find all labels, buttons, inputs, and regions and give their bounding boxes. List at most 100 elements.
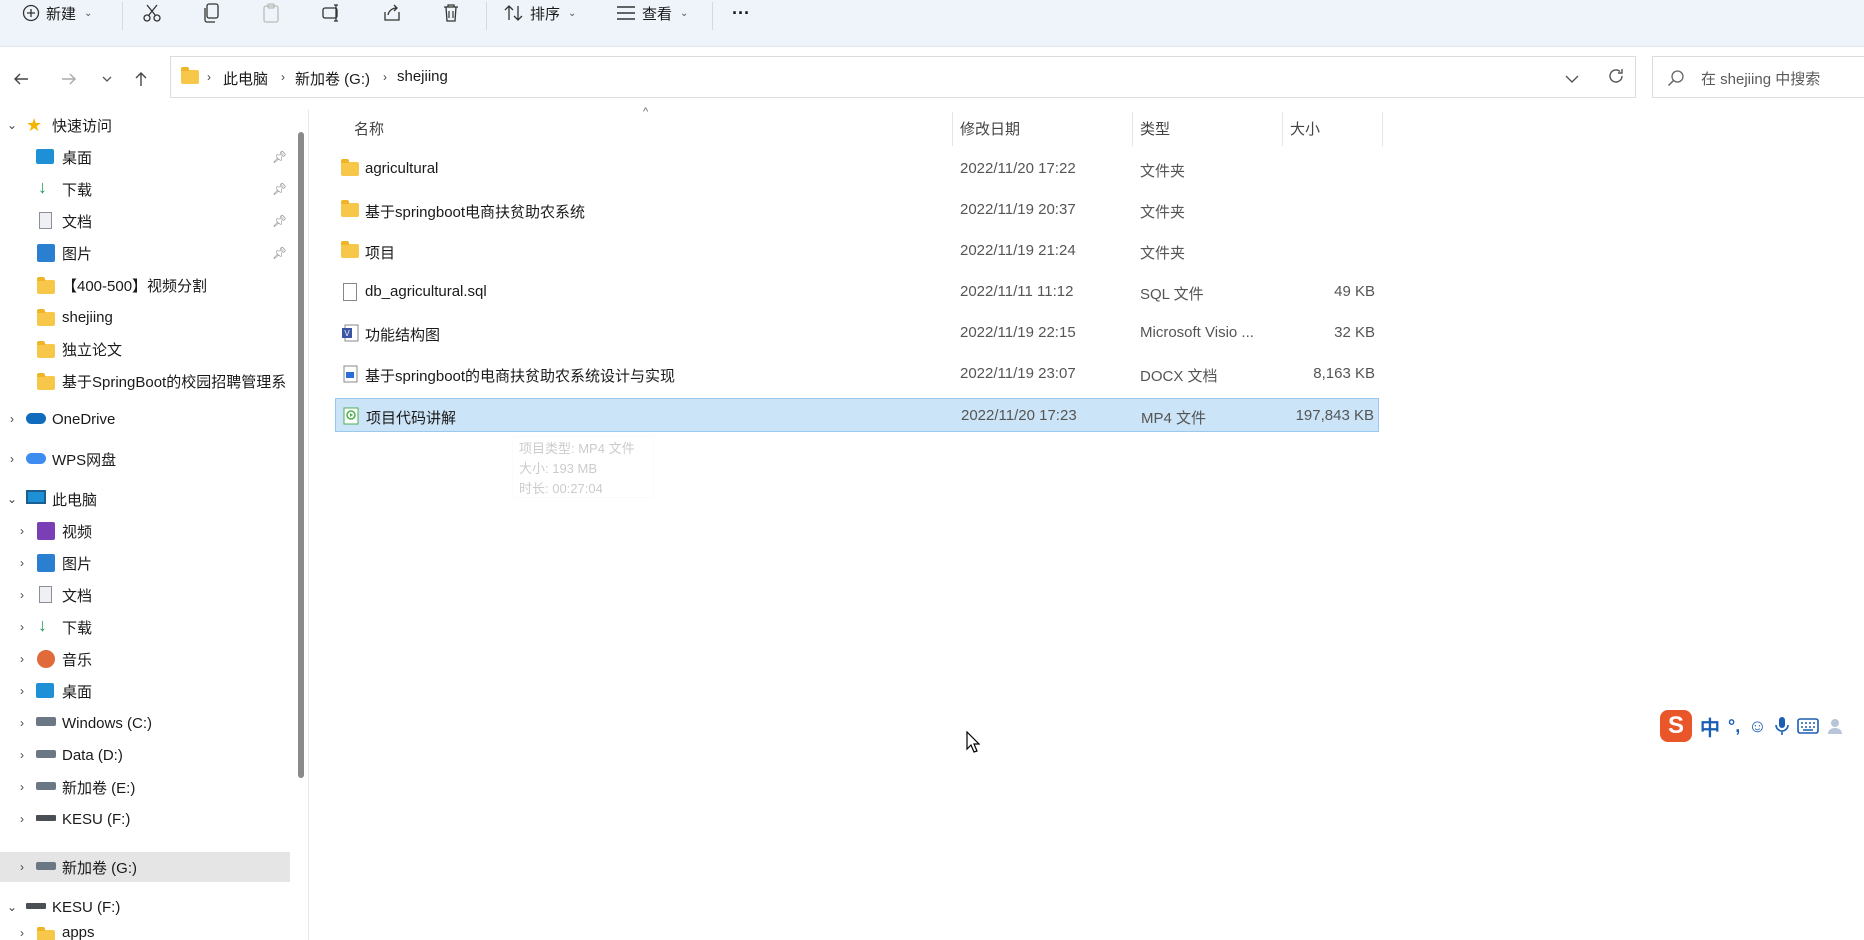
file-modified: 2022/11/19 23:07 <box>960 365 1076 382</box>
file-modified: 2022/11/19 21:24 <box>960 242 1076 259</box>
pin-icon[interactable]: 📌︎ <box>272 182 287 196</box>
chevron-right-icon[interactable]: › <box>5 452 19 466</box>
sidebar-item-documents[interactable]: 文档 📌︎ <box>0 206 290 236</box>
sidebar-item-videos[interactable]: › 视频 <box>0 516 290 546</box>
column-header-size[interactable]: 大小 <box>1290 118 1320 139</box>
chevron-down-icon[interactable]: ⌄ <box>5 900 19 914</box>
sidebar-scrollbar[interactable] <box>298 132 304 778</box>
address-bar[interactable]: › 此电脑 › 新加卷 (G:) › shejiing <box>170 56 1636 98</box>
file-row[interactable]: 基于springboot的电商扶贫助农系统设计与实现 2022/11/19 23… <box>335 357 1379 391</box>
keyboard-icon[interactable] <box>1796 718 1819 734</box>
chevron-right-icon[interactable]: › <box>15 652 29 666</box>
folder-icon <box>37 373 55 392</box>
breadcrumb-shejiing[interactable]: shejiing <box>397 68 448 85</box>
sidebar-item-springboot-campus[interactable]: 基于SpringBoot的校园招聘管理系 <box>0 366 290 396</box>
sidebar-item-pc-desktop[interactable]: › 桌面 <box>0 676 290 706</box>
sidebar-item-pc-pictures[interactable]: › 图片 <box>0 548 290 578</box>
sidebar-item-this-pc[interactable]: ⌄ 此电脑 <box>0 484 290 514</box>
chevron-right-icon[interactable]: › <box>15 860 29 874</box>
up-button[interactable] <box>126 64 156 94</box>
user-settings-icon[interactable] <box>1827 717 1845 735</box>
sidebar-item-drive-f[interactable]: › KESU (F:) <box>0 804 290 834</box>
emoji-icon[interactable]: ☺ <box>1748 716 1766 737</box>
sidebar-item-wps[interactable]: › WPS网盘 <box>0 444 290 474</box>
file-row-selected[interactable]: 项目代码讲解 2022/11/20 17:23 MP4 文件 197,843 K… <box>335 398 1379 432</box>
breadcrumb-drive-g[interactable]: 新加卷 (G:) <box>295 68 370 89</box>
chevron-right-icon[interactable]: › <box>15 716 29 730</box>
chevron-right-icon[interactable]: › <box>15 524 29 538</box>
column-header-type[interactable]: 类型 <box>1140 118 1170 139</box>
microphone-icon[interactable] <box>1774 716 1789 736</box>
share-button[interactable] <box>382 0 402 26</box>
chevron-right-icon[interactable]: › <box>15 780 29 794</box>
cut-button[interactable] <box>142 0 162 26</box>
delete-button[interactable] <box>442 0 460 26</box>
column-divider[interactable] <box>1132 112 1133 146</box>
view-button-label: 查看 <box>642 5 673 23</box>
chevron-right-icon[interactable]: › <box>15 684 29 698</box>
column-divider[interactable] <box>1382 112 1383 146</box>
sidebar-item-onedrive[interactable]: › OneDrive <box>0 404 290 434</box>
forward-button[interactable] <box>54 64 84 94</box>
sidebar-item-pictures[interactable]: 图片 📌︎ <box>0 238 290 268</box>
chevron-right-icon[interactable]: › <box>15 748 29 762</box>
refresh-button[interactable] <box>1607 67 1625 89</box>
ime-mode-chinese[interactable]: 中 <box>1700 712 1720 741</box>
recent-locations-button[interactable] <box>92 64 122 94</box>
pin-icon[interactable]: 📌︎ <box>272 150 287 164</box>
column-divider[interactable] <box>952 112 953 146</box>
sogou-logo-icon[interactable]: S <box>1660 710 1692 742</box>
chevron-right-icon[interactable]: › <box>15 556 29 570</box>
sidebar-item-apps[interactable]: › apps <box>0 922 290 940</box>
sidebar-item-drive-d[interactable]: › Data (D:) <box>0 740 290 770</box>
file-row[interactable]: 基于springboot电商扶贫助农系统 2022/11/19 20:37 文件… <box>335 193 1379 227</box>
sidebar-item-desktop[interactable]: 桌面 📌︎ <box>0 142 290 172</box>
back-button[interactable] <box>6 64 36 94</box>
paste-button[interactable] <box>262 0 280 26</box>
chevron-right-icon[interactable]: › <box>15 812 29 826</box>
sidebar-item-music[interactable]: › 音乐 <box>0 644 290 674</box>
chevron-down-icon[interactable]: ⌄ <box>5 118 19 132</box>
file-row[interactable]: 项目 2022/11/19 21:24 文件夹 <box>335 234 1379 268</box>
search-input[interactable]: 在 shejiing 中搜索 <box>1701 68 1820 89</box>
folder-icon <box>37 309 55 328</box>
sort-button[interactable]: 排序 ⌄ <box>504 0 576 26</box>
address-history-button[interactable] <box>1565 71 1579 88</box>
punctuation-icon[interactable]: °, <box>1728 716 1740 737</box>
chevron-right-icon[interactable]: › <box>15 588 29 602</box>
column-header-name[interactable]: 名称 <box>354 118 384 139</box>
sidebar-item-downloads[interactable]: ↓ 下载 📌︎ <box>0 174 290 204</box>
pin-icon[interactable]: 📌︎ <box>272 246 287 260</box>
file-type: 文件夹 <box>1140 163 1186 180</box>
folder-icon <box>341 200 359 219</box>
sidebar-item-pc-documents[interactable]: › 文档 <box>0 580 290 610</box>
usb-drive-icon <box>26 903 46 909</box>
sidebar-item-drive-e[interactable]: › 新加卷 (E:) <box>0 772 290 802</box>
chevron-right-icon[interactable]: › <box>15 620 29 634</box>
copy-button[interactable] <box>202 0 220 26</box>
sidebar-item-shejiing[interactable]: shejiing <box>0 302 290 332</box>
file-row[interactable]: db_agricultural.sql 2022/11/11 11:12 SQL… <box>335 275 1379 309</box>
new-button[interactable]: 新建 ⌄ <box>22 0 92 26</box>
sidebar-item-thesis[interactable]: 独立论文 <box>0 334 290 364</box>
sidebar-item-pc-downloads[interactable]: › ↓ 下载 <box>0 612 290 642</box>
sidebar-item-drive-g[interactable]: › 新加卷 (G:) <box>0 852 290 882</box>
sidebar-item-quick-access[interactable]: ⌄ ★ 快速访问 <box>0 110 290 140</box>
view-button[interactable]: 查看 ⌄ <box>616 0 688 26</box>
chevron-right-icon[interactable]: › <box>5 412 19 426</box>
column-divider[interactable] <box>1282 112 1283 146</box>
file-row[interactable]: agricultural 2022/11/20 17:22 文件夹 <box>335 152 1379 186</box>
sidebar-item-kesu[interactable]: ⌄ KESU (F:) <box>0 892 290 922</box>
file-row[interactable]: V 功能结构图 2022/11/19 22:15 Microsoft Visio… <box>335 316 1379 350</box>
sidebar-item-drive-c[interactable]: › Windows (C:) <box>0 708 290 738</box>
pin-icon[interactable]: 📌︎ <box>272 214 287 228</box>
column-header-modified[interactable]: 修改日期 <box>960 118 1020 139</box>
breadcrumb-this-pc[interactable]: 此电脑 <box>223 68 268 89</box>
chevron-right-icon[interactable]: › <box>15 926 29 940</box>
sidebar-item-video-split[interactable]: 【400-500】视频分割 <box>0 270 290 300</box>
chevron-down-icon[interactable]: ⌄ <box>5 492 19 506</box>
ime-toolbar[interactable]: S 中 °, ☺ <box>1660 708 1864 744</box>
search-box[interactable]: 在 shejiing 中搜索 <box>1652 56 1864 98</box>
rename-button[interactable] <box>322 0 342 26</box>
more-options-button[interactable]: ··· <box>732 0 750 26</box>
